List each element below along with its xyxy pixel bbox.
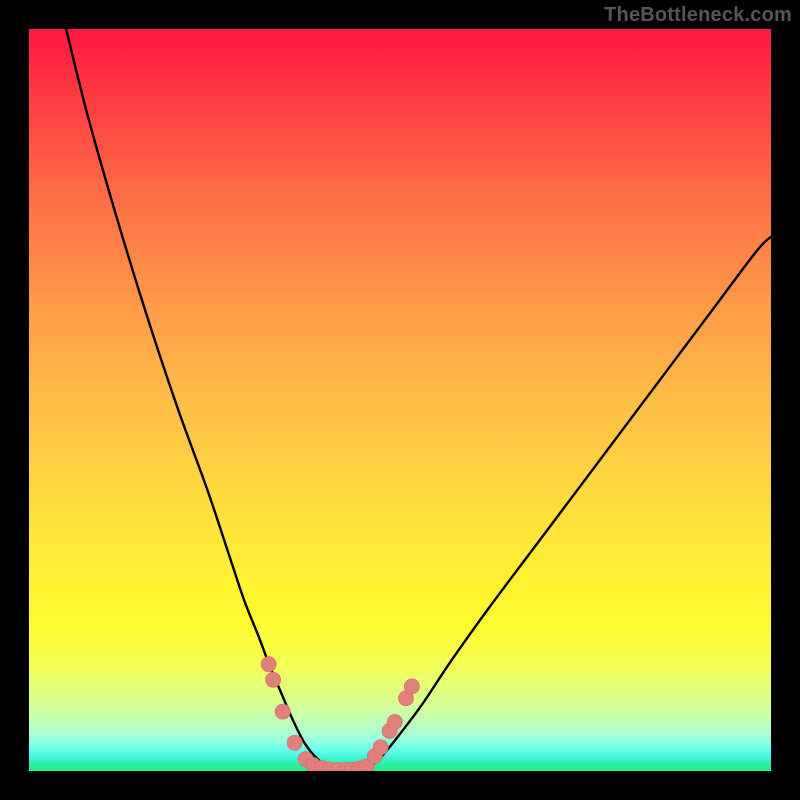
left-curve — [66, 29, 333, 770]
data-marker — [261, 657, 276, 672]
data-marker — [266, 672, 281, 687]
data-marker — [404, 679, 419, 694]
chart-frame: TheBottleneck.com — [0, 0, 800, 800]
plot-area — [29, 29, 771, 771]
data-marker — [387, 714, 402, 729]
data-marker — [287, 735, 302, 750]
right-curve — [363, 237, 771, 770]
curves-svg — [29, 29, 771, 771]
watermark-text: TheBottleneck.com — [604, 4, 792, 27]
data-marker — [275, 704, 290, 719]
data-marker — [373, 740, 388, 755]
